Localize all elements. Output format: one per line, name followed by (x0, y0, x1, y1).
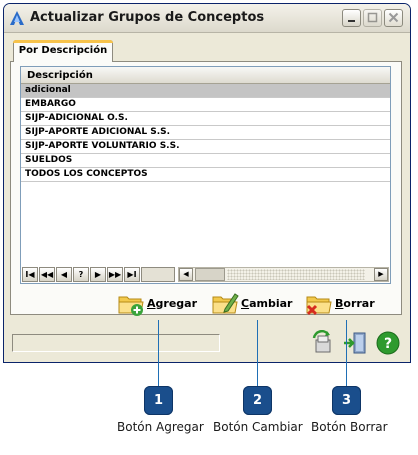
nav-search-button[interactable]: ? (73, 267, 89, 282)
add-button-label: Agregar (147, 297, 197, 310)
title-bar: Actualizar Grupos de Conceptos (4, 4, 410, 33)
scroll-thumb[interactable] (195, 268, 225, 281)
nav-prev-button[interactable]: ◀ (56, 267, 72, 282)
table-row[interactable]: EMBARGO (21, 98, 390, 112)
table-row[interactable]: SIJP-ADICIONAL O.S. (21, 112, 390, 126)
close-icon (388, 12, 399, 23)
nav-next-page-button[interactable]: ▶▶ (107, 267, 123, 282)
callout-marker-3: 3 (332, 386, 361, 415)
nav-first-button[interactable]: I◀ (22, 267, 38, 282)
delete-button[interactable]: Borrar (305, 291, 377, 317)
callout-label-3: Botón Borrar (311, 420, 388, 434)
table-row[interactable]: TODOS LOS CONCEPTOS (21, 168, 390, 182)
help-icon: ? (376, 331, 400, 355)
callout-marker-1: 1 (144, 386, 173, 415)
data-grid: Descripción adicional EMBARGO SIJP-ADICI… (20, 66, 391, 284)
maximize-icon (367, 12, 378, 23)
scroll-right-button[interactable]: ▶ (374, 268, 388, 281)
nav-next-button[interactable]: ▶ (90, 267, 106, 282)
folder-edit-icon (212, 293, 239, 314)
callout-line-3 (346, 320, 347, 386)
nav-spacer (141, 267, 175, 282)
table-row[interactable]: adicional (21, 84, 390, 98)
app-icon (9, 10, 25, 26)
change-button-label: Cambiar (241, 297, 293, 310)
folder-delete-icon (306, 296, 332, 316)
callout-line-2 (257, 320, 258, 386)
window-title: Actualizar Grupos de Conceptos (30, 10, 265, 25)
help-button[interactable]: ? (375, 330, 401, 356)
callout-label-2: Botón Cambiar (213, 420, 303, 434)
column-header-descripcion[interactable]: Descripción (21, 67, 390, 84)
minimize-icon (348, 20, 355, 22)
table-row[interactable]: SIJP-APORTE ADICIONAL S.S. (21, 126, 390, 140)
add-button[interactable]: Agregar (117, 291, 197, 317)
grid-rows: adicional EMBARGO SIJP-ADICIONAL O.S. SI… (21, 84, 390, 182)
refresh-button[interactable] (310, 329, 336, 356)
record-navigator: I◀ ◀◀ ◀ ? ▶ ▶▶ ▶I ◀ ▶ (22, 267, 389, 283)
svg-text:?: ? (384, 336, 392, 352)
callout-label-1: Botón Agregar (117, 420, 204, 434)
nav-last-button[interactable]: ▶I (124, 267, 140, 282)
horizontal-scrollbar[interactable]: ◀ ▶ (178, 267, 389, 282)
table-row[interactable]: SIJP-APORTE VOLUNTARIO S.S. (21, 140, 390, 154)
table-row[interactable]: SUELDOS (21, 154, 390, 168)
refresh-icon (312, 329, 331, 353)
close-button[interactable] (384, 9, 403, 27)
change-button[interactable]: Cambiar (211, 291, 293, 317)
delete-button-label: Borrar (335, 297, 375, 310)
tab-por-descripcion[interactable]: Por Descripción (13, 40, 113, 62)
callout-line-1 (158, 320, 159, 386)
folder-add-icon (118, 296, 144, 316)
callout-marker-2: 2 (243, 386, 272, 415)
scroll-left-button[interactable]: ◀ (179, 268, 193, 281)
status-field (12, 334, 220, 352)
scroll-track[interactable] (227, 269, 365, 280)
maximize-button[interactable] (363, 9, 382, 27)
minimize-button[interactable] (342, 9, 361, 27)
nav-prev-page-button[interactable]: ◀◀ (39, 267, 55, 282)
